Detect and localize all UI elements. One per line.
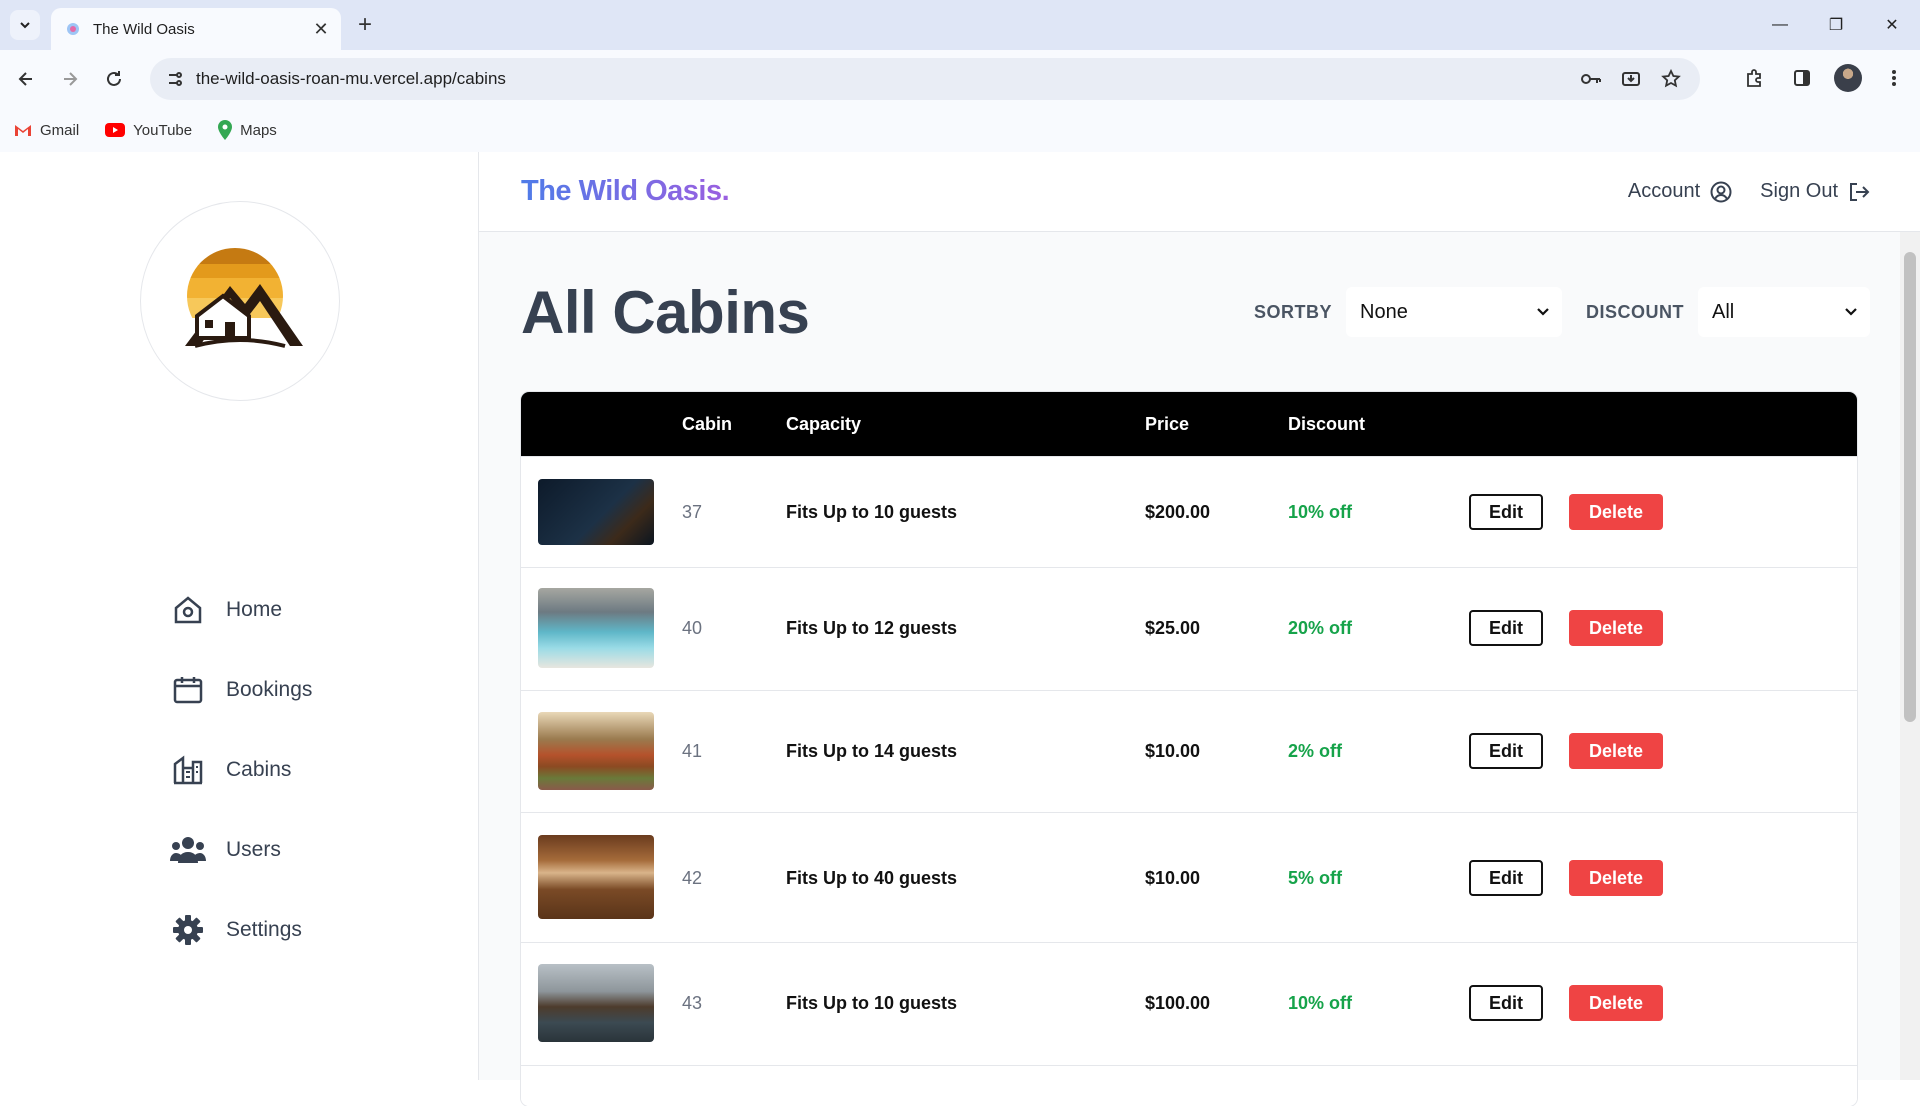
filters: SORTBY None DISCOUNT All <box>1254 287 1870 337</box>
edit-button[interactable]: Edit <box>1469 610 1543 646</box>
url-text[interactable]: the-wild-oasis-roan-mu.vercel.app/cabins <box>196 69 1578 89</box>
page-scrollbar[interactable] <box>1900 232 1920 1080</box>
sidebar-item-bookings[interactable]: Bookings <box>170 650 312 730</box>
sidebar-item-users[interactable]: Users <box>170 810 312 890</box>
extensions-icon[interactable] <box>1738 60 1770 96</box>
table-row: 37 Fits Up to 10 guests $200.00 10% off … <box>521 456 1857 567</box>
scrollbar-thumb[interactable] <box>1904 252 1916 722</box>
site-info-icon[interactable] <box>164 68 186 90</box>
sidebar-item-settings[interactable]: Settings <box>170 890 312 970</box>
account-link[interactable]: Account <box>1628 180 1732 203</box>
table-row: 40 Fits Up to 12 guests $25.00 20% off E… <box>521 567 1857 690</box>
cabin-thumbnail <box>538 835 654 919</box>
forward-icon[interactable] <box>52 61 88 97</box>
edit-button[interactable]: Edit <box>1469 733 1543 769</box>
key-icon[interactable] <box>1578 66 1604 92</box>
cabin-mountain-logo-icon <box>185 248 303 348</box>
minimize-icon[interactable]: — <box>1752 0 1808 50</box>
browser-tab[interactable]: The Wild Oasis ✕ <box>51 8 341 50</box>
table-row: 42 Fits Up to 40 guests $10.00 5% off Ed… <box>521 812 1857 942</box>
page-title: All Cabins <box>521 278 810 346</box>
window-controls: — ❐ ✕ <box>1752 0 1920 50</box>
header-price: Price <box>1145 414 1190 434</box>
cabin-thumbnail <box>538 479 654 545</box>
discount-select[interactable]: All <box>1698 287 1870 337</box>
close-window-icon[interactable]: ✕ <box>1864 0 1920 50</box>
cabin-thumbnail <box>538 712 654 790</box>
close-tab-icon[interactable]: ✕ <box>309 17 333 41</box>
delete-button[interactable]: Delete <box>1569 985 1663 1021</box>
table-row: 41 Fits Up to 14 guests $10.00 2% off Ed… <box>521 690 1857 812</box>
chevron-down-icon <box>1845 308 1857 316</box>
gmail-icon <box>15 125 31 136</box>
app: Home Bookings Cabins Users Settings The … <box>0 152 1920 1106</box>
sidebar-item-cabins[interactable]: Cabins <box>170 730 312 810</box>
sign-out-link[interactable]: Sign Out <box>1760 180 1870 203</box>
cabin-thumbnail <box>538 964 654 1042</box>
cabins-section: All Cabins SORTBY None DISCOUNT All Cabi… <box>479 232 1920 1106</box>
chevron-down-icon <box>1537 308 1549 316</box>
tab-search-button[interactable] <box>10 10 40 40</box>
bookmark-gmail[interactable]: Gmail <box>14 122 79 139</box>
youtube-icon <box>105 123 126 137</box>
user-circle-icon <box>1710 181 1732 202</box>
sortby-select[interactable]: None <box>1346 287 1562 337</box>
discount-label: DISCOUNT <box>1586 301 1684 322</box>
address-bar[interactable]: the-wild-oasis-roan-mu.vercel.app/cabins <box>150 58 1700 100</box>
sidebar: Home Bookings Cabins Users Settings <box>0 152 479 1080</box>
sortby-label: SORTBY <box>1253 301 1332 322</box>
browser-toolbar: the-wild-oasis-roan-mu.vercel.app/cabins <box>0 50 1920 108</box>
app-header: The Wild Oasis. Account Sign Out <box>479 152 1920 232</box>
cabins-table: Cabin Capacity Price Discount 37 Fits Up… <box>521 392 1857 1106</box>
header-cabin: Cabin <box>682 414 733 434</box>
side-panel-icon[interactable] <box>1786 60 1818 96</box>
gear-icon <box>170 912 206 948</box>
building-icon <box>170 752 206 788</box>
delete-button[interactable]: Delete <box>1569 494 1663 530</box>
maps-icon <box>218 120 233 140</box>
site-favicon-icon <box>65 21 81 37</box>
bookmark-youtube[interactable]: YouTube <box>105 122 192 139</box>
sign-out-icon <box>1850 182 1870 201</box>
edit-button[interactable]: Edit <box>1469 985 1543 1021</box>
tab-title: The Wild Oasis <box>93 20 195 38</box>
bookmarks-bar: Gmail YouTube Maps <box>0 108 1920 152</box>
table-header: Cabin Capacity Price Discount <box>521 392 1857 456</box>
calendar-icon <box>170 672 206 708</box>
edit-button[interactable]: Edit <box>1469 494 1543 530</box>
table-row: 43 Fits Up to 10 guests $100.00 10% off … <box>521 942 1857 1065</box>
table-row <box>521 1065 1857 1106</box>
bookmark-maps[interactable]: Maps <box>218 120 277 140</box>
cabin-thumbnail <box>538 588 654 668</box>
brand-title[interactable]: The Wild Oasis. <box>521 175 730 208</box>
restore-icon[interactable]: ❐ <box>1808 0 1864 50</box>
reload-icon[interactable] <box>96 61 132 97</box>
header-discount: Discount <box>1288 414 1366 434</box>
bookmark-star-icon[interactable] <box>1658 66 1684 92</box>
more-menu-icon[interactable] <box>1878 60 1910 96</box>
sidebar-nav: Home Bookings Cabins Users Settings <box>170 570 312 970</box>
sidebar-item-home[interactable]: Home <box>170 570 312 650</box>
app-logo <box>140 201 340 401</box>
home-icon <box>170 592 206 628</box>
delete-button[interactable]: Delete <box>1569 610 1663 646</box>
install-app-icon[interactable] <box>1618 66 1644 92</box>
new-tab-button[interactable]: + <box>352 11 378 38</box>
main-content: The Wild Oasis. Account Sign Out All Cab… <box>479 152 1920 1106</box>
tab-strip: The Wild Oasis ✕ + — ❐ ✕ <box>0 0 1920 50</box>
delete-button[interactable]: Delete <box>1569 860 1663 896</box>
users-icon <box>170 832 206 868</box>
chevron-down-icon <box>20 22 30 29</box>
browser-chrome: The Wild Oasis ✕ + — ❐ ✕ the-wild-oasis-… <box>0 0 1920 152</box>
edit-button[interactable]: Edit <box>1469 860 1543 896</box>
delete-button[interactable]: Delete <box>1569 733 1663 769</box>
profile-avatar[interactable] <box>1834 64 1862 92</box>
header-capacity: Capacity <box>786 414 862 434</box>
back-icon[interactable] <box>8 61 44 97</box>
